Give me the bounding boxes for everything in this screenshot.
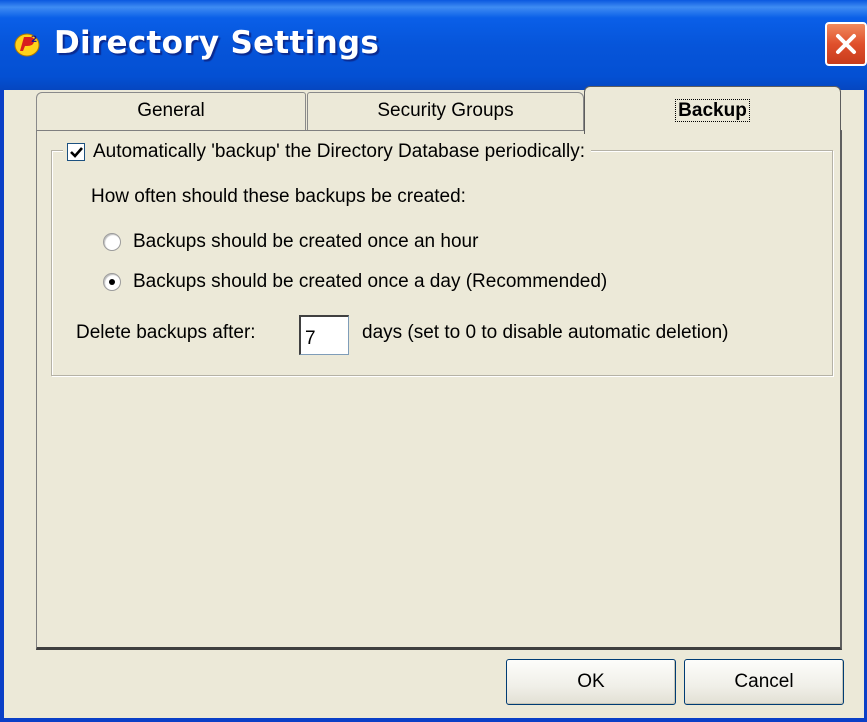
delete-after-label: Delete backups after:: [76, 322, 256, 343]
window-title: Directory Settings: [54, 25, 380, 61]
hourly-radio[interactable]: [103, 233, 121, 251]
delete-hint-label: days (set to 0 to disable automatic dele…: [362, 322, 729, 343]
daily-label: Backups should be created once a day (Re…: [133, 271, 608, 292]
tab-backup-label: Backup: [675, 99, 750, 122]
frequency-prompt: How often should these backups be create…: [91, 186, 466, 207]
hourly-label: Backups should be created once an hour: [133, 231, 479, 252]
app-icon: 2: [14, 31, 42, 57]
delete-days-input[interactable]: [299, 315, 349, 355]
auto-backup-checkbox[interactable]: [67, 143, 85, 161]
auto-backup-label: Automatically 'backup' the Directory Dat…: [93, 141, 585, 162]
close-button[interactable]: [825, 22, 867, 66]
title-bar[interactable]: 2 Directory Settings: [0, 0, 867, 90]
ok-button[interactable]: OK: [506, 659, 676, 705]
checkmark-icon: [70, 147, 83, 158]
auto-backup-row[interactable]: Automatically 'backup' the Directory Dat…: [63, 139, 591, 165]
option-hourly[interactable]: Backups should be created once an hour: [103, 231, 478, 253]
svg-text:2: 2: [31, 35, 37, 45]
directory-settings-dialog: 2 Directory Settings General Security Gr…: [0, 0, 867, 722]
cancel-button[interactable]: Cancel: [684, 659, 844, 705]
option-daily[interactable]: Backups should be created once a day (Re…: [103, 271, 607, 293]
radio-selected-dot: [109, 279, 115, 285]
close-icon: [836, 34, 856, 54]
tab-backup[interactable]: Backup: [584, 86, 841, 134]
daily-radio[interactable]: [103, 273, 121, 291]
tab-security-groups[interactable]: Security Groups: [307, 92, 584, 130]
tab-general[interactable]: General: [36, 92, 306, 130]
